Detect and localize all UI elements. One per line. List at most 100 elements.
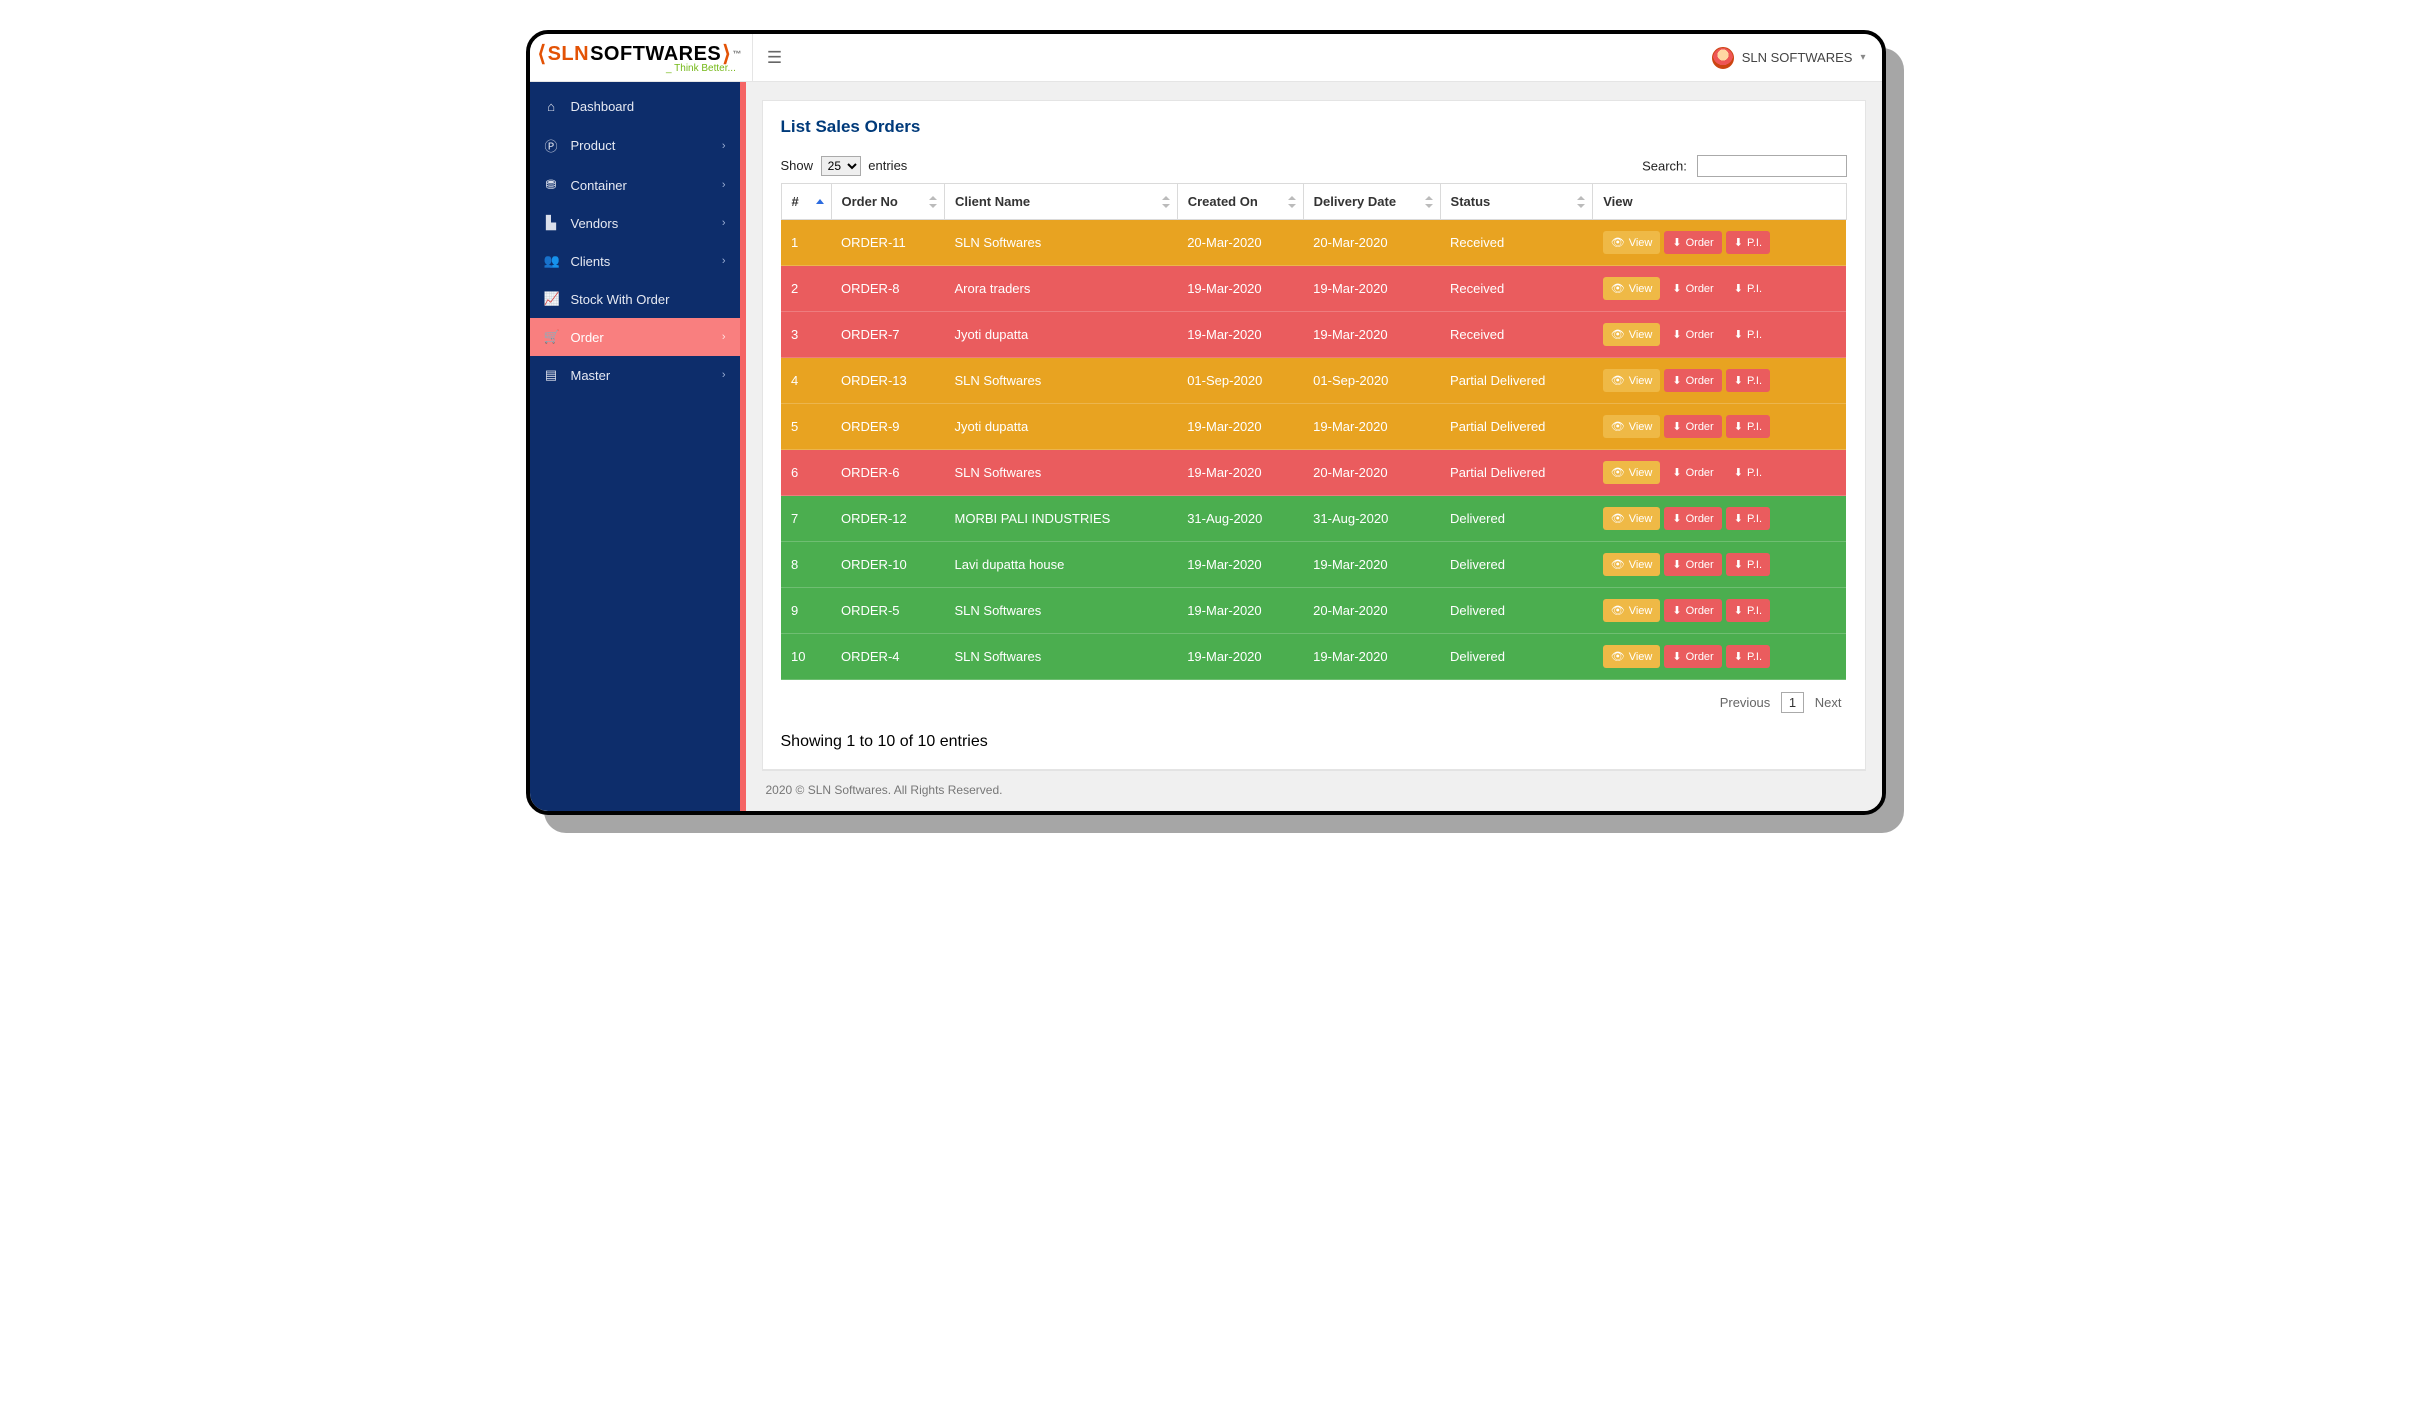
order-button[interactable]: ⬇ Order (1664, 553, 1721, 576)
pi-button[interactable]: ⬇ P.I. (1726, 323, 1770, 346)
sidebar-item-vendors[interactable]: ▙Vendors› (530, 204, 740, 242)
view-button[interactable]: 👁 View (1603, 277, 1661, 300)
col-client-name[interactable]: Client Name (945, 184, 1178, 220)
pi-button[interactable]: ⬇ P.I. (1726, 599, 1770, 622)
download-icon: ⬇ (1672, 282, 1681, 295)
search-control: Search: (1642, 155, 1846, 177)
avatar-icon (1712, 47, 1734, 69)
showing-text: Showing 1 to 10 of 10 entries (781, 733, 1847, 751)
col--[interactable]: # (781, 184, 831, 220)
view-button[interactable]: 👁 View (1603, 599, 1661, 622)
eye-icon: 👁 (1611, 282, 1625, 295)
page-size-select[interactable]: 25 (821, 156, 861, 176)
table-controls: Show 25 entries Search: (781, 155, 1847, 177)
sidebar-item-stock-with-order[interactable]: 📈Stock With Order (530, 280, 740, 318)
pager-prev[interactable]: Previous (1715, 692, 1776, 713)
pi-button[interactable]: ⬇ P.I. (1726, 415, 1770, 438)
col-created-on[interactable]: Created On (1177, 184, 1303, 220)
cell: ORDER-11 (831, 220, 945, 266)
cell: 19-Mar-2020 (1177, 266, 1303, 312)
cell: 20-Mar-2020 (1303, 220, 1440, 266)
pager-next[interactable]: Next (1810, 692, 1847, 713)
sidebar-item-product[interactable]: ⓅProduct› (530, 125, 740, 166)
pager: Previous 1 Next (1715, 692, 1847, 713)
order-button[interactable]: ⬇ Order (1664, 599, 1721, 622)
col-view[interactable]: View (1593, 184, 1846, 220)
view-button[interactable]: 👁 View (1603, 323, 1661, 346)
order-button[interactable]: ⬇ Order (1664, 645, 1721, 668)
sidebar-item-label: Order (571, 330, 604, 345)
brand-logo[interactable]: ⟨ SLN SOFTWARES ⟩ ™ _ Think Better... (530, 34, 753, 82)
col-order-no[interactable]: Order No (831, 184, 945, 220)
order-button[interactable]: ⬇ Order (1664, 277, 1721, 300)
cell: Partial Delivered (1440, 358, 1593, 404)
shell: ⌂DashboardⓅProduct›⛃Container›▙Vendors›👥… (530, 82, 1882, 811)
sidebar-item-clients[interactable]: 👥Clients› (530, 242, 740, 280)
box-icon: ⛃ (544, 177, 559, 193)
view-button[interactable]: 👁 View (1603, 231, 1661, 254)
sidebar-item-master[interactable]: ▤Master› (530, 356, 740, 394)
download-icon: ⬇ (1734, 466, 1743, 479)
pi-button[interactable]: ⬇ P.I. (1726, 231, 1770, 254)
col-status[interactable]: Status (1440, 184, 1593, 220)
user-menu[interactable]: SLN SOFTWARES ▾ (1712, 47, 1882, 69)
menu-toggle-icon[interactable]: ☰ (753, 48, 796, 68)
footer: 2020 © SLN Softwares. All Rights Reserve… (762, 770, 1866, 811)
topbar: ⟨ SLN SOFTWARES ⟩ ™ _ Think Better... ☰ … (530, 34, 1882, 82)
order-button[interactable]: ⬇ Order (1664, 369, 1721, 392)
sidebar-item-order[interactable]: 🛒Order› (530, 318, 740, 356)
cell: 7 (781, 496, 831, 542)
order-button[interactable]: ⬇ Order (1664, 507, 1721, 530)
download-icon: ⬇ (1672, 512, 1681, 525)
p-icon: Ⓟ (544, 136, 559, 155)
cell: 19-Mar-2020 (1177, 312, 1303, 358)
cell: ORDER-4 (831, 634, 945, 680)
chevron-right-icon: › (722, 217, 726, 229)
col-delivery-date[interactable]: Delivery Date (1303, 184, 1440, 220)
cell: Delivered (1440, 588, 1593, 634)
table-row: 4ORDER-13SLN Softwares01-Sep-202001-Sep-… (781, 358, 1846, 404)
pi-button[interactable]: ⬇ P.I. (1726, 507, 1770, 530)
actions-cell: 👁 View⬇ Order⬇ P.I. (1593, 404, 1846, 450)
cell: 10 (781, 634, 831, 680)
cell: Jyoti dupatta (945, 404, 1178, 450)
view-button[interactable]: 👁 View (1603, 553, 1661, 576)
order-button[interactable]: ⬇ Order (1664, 461, 1721, 484)
view-button[interactable]: 👁 View (1603, 507, 1661, 530)
cell: 8 (781, 542, 831, 588)
table-row: 8ORDER-10Lavi dupatta house19-Mar-202019… (781, 542, 1846, 588)
pi-button[interactable]: ⬇ P.I. (1726, 277, 1770, 300)
order-button[interactable]: ⬇ Order (1664, 231, 1721, 254)
eye-icon: 👁 (1611, 604, 1625, 617)
search-input[interactable] (1697, 155, 1847, 177)
actions-cell: 👁 View⬇ Order⬇ P.I. (1593, 450, 1846, 496)
view-button[interactable]: 👁 View (1603, 415, 1661, 438)
chevron-right-icon: › (722, 179, 726, 191)
download-icon: ⬇ (1734, 604, 1743, 617)
cell: ORDER-12 (831, 496, 945, 542)
orders-table: #Order NoClient NameCreated OnDelivery D… (781, 183, 1847, 680)
sidebar-item-dashboard[interactable]: ⌂Dashboard (530, 88, 740, 125)
pi-button[interactable]: ⬇ P.I. (1726, 461, 1770, 484)
cell: 19-Mar-2020 (1177, 634, 1303, 680)
order-button[interactable]: ⬇ Order (1664, 415, 1721, 438)
pager-current[interactable]: 1 (1781, 692, 1804, 713)
cell: Partial Delivered (1440, 450, 1593, 496)
download-icon: ⬇ (1734, 420, 1743, 433)
download-icon: ⬇ (1672, 420, 1681, 433)
eye-icon: 👁 (1611, 466, 1625, 479)
order-button[interactable]: ⬇ Order (1664, 323, 1721, 346)
download-icon: ⬇ (1734, 650, 1743, 663)
actions-cell: 👁 View⬇ Order⬇ P.I. (1593, 634, 1846, 680)
view-button[interactable]: 👁 View (1603, 645, 1661, 668)
view-button[interactable]: 👁 View (1603, 461, 1661, 484)
pi-button[interactable]: ⬇ P.I. (1726, 369, 1770, 392)
view-button[interactable]: 👁 View (1603, 369, 1661, 392)
topbar-left: ⟨ SLN SOFTWARES ⟩ ™ _ Think Better... ☰ (530, 34, 797, 82)
sidebar-item-container[interactable]: ⛃Container› (530, 166, 740, 204)
pi-button[interactable]: ⬇ P.I. (1726, 645, 1770, 668)
cell: ORDER-5 (831, 588, 945, 634)
eye-icon: 👁 (1611, 650, 1625, 663)
pi-button[interactable]: ⬇ P.I. (1726, 553, 1770, 576)
cell: Partial Delivered (1440, 404, 1593, 450)
